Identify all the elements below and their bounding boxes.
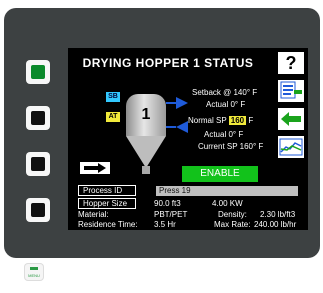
side-button-4[interactable] — [26, 198, 50, 222]
normal-sp-label: Normal SP — [188, 116, 227, 125]
normal-arrow-icon — [176, 121, 188, 133]
normal-actual: Actual 0° F — [204, 130, 244, 139]
max-rate-value: 240.00 lb/hr — [254, 220, 297, 229]
normal-sp-row: Normal SP 160 F — [188, 116, 253, 125]
density-value: 2.30 lb/ft3 — [260, 210, 296, 219]
side-button-3-indicator — [31, 157, 45, 171]
residence-time-value: 3.5 Hr — [154, 220, 176, 229]
material-value: PBT/PET — [154, 210, 188, 219]
side-button-1[interactable] — [26, 60, 50, 84]
hmi-screen: DRYING HOPPER 1 STATUS ? SB AT 1 Setback… — [68, 48, 308, 230]
density-label: Density: — [218, 210, 247, 219]
at-tag: AT — [106, 112, 120, 122]
material-label: Material: — [78, 210, 109, 219]
hopper-size-volume: 90.0 ft3 — [154, 199, 181, 208]
normal-sp-value[interactable]: 160 — [228, 116, 247, 125]
hopper-size-power: 4.00 KW — [212, 199, 243, 208]
enable-button[interactable]: ENABLE — [182, 166, 258, 182]
help-button[interactable]: ? — [278, 52, 304, 74]
hopper-number: 1 — [141, 106, 151, 123]
menu-indicator-icon — [30, 267, 38, 270]
hopper-size-label: Hopper Size — [78, 198, 136, 209]
normal-pipe — [166, 126, 176, 128]
document-icon[interactable] — [278, 80, 304, 102]
trend-chart-icon[interactable] — [278, 136, 304, 158]
right-arrow-icon — [84, 163, 106, 173]
side-button-3[interactable] — [26, 152, 50, 176]
setback-pipe — [166, 102, 176, 104]
normal-sp-unit: F — [248, 116, 254, 125]
process-id-value[interactable]: Press 19 — [156, 186, 298, 196]
screen-title: DRYING HOPPER 1 STATUS — [82, 56, 254, 70]
side-button-4-indicator — [31, 203, 45, 217]
side-button-2-indicator — [31, 111, 45, 125]
hopper-cone — [126, 136, 166, 168]
process-id-label: Process ID — [78, 185, 136, 196]
side-button-1-indicator — [31, 65, 45, 79]
menu-button[interactable]: MENU — [24, 263, 44, 281]
sb-tag: SB — [106, 92, 120, 102]
next-screen-button[interactable] — [78, 160, 112, 176]
residence-time-label: Residence Time: — [78, 220, 138, 229]
setback-label: Setback @ 140° F — [192, 88, 258, 97]
current-sp: Current SP 160° F — [198, 142, 264, 151]
hopper-neck — [142, 166, 150, 174]
setback-arrow-icon — [176, 97, 188, 109]
side-button-2[interactable] — [26, 106, 50, 130]
back-arrow-icon[interactable] — [278, 108, 304, 130]
setback-actual: Actual 0° F — [206, 100, 246, 109]
menu-label: MENU — [28, 273, 40, 278]
max-rate-label: Max Rate: — [214, 220, 251, 229]
